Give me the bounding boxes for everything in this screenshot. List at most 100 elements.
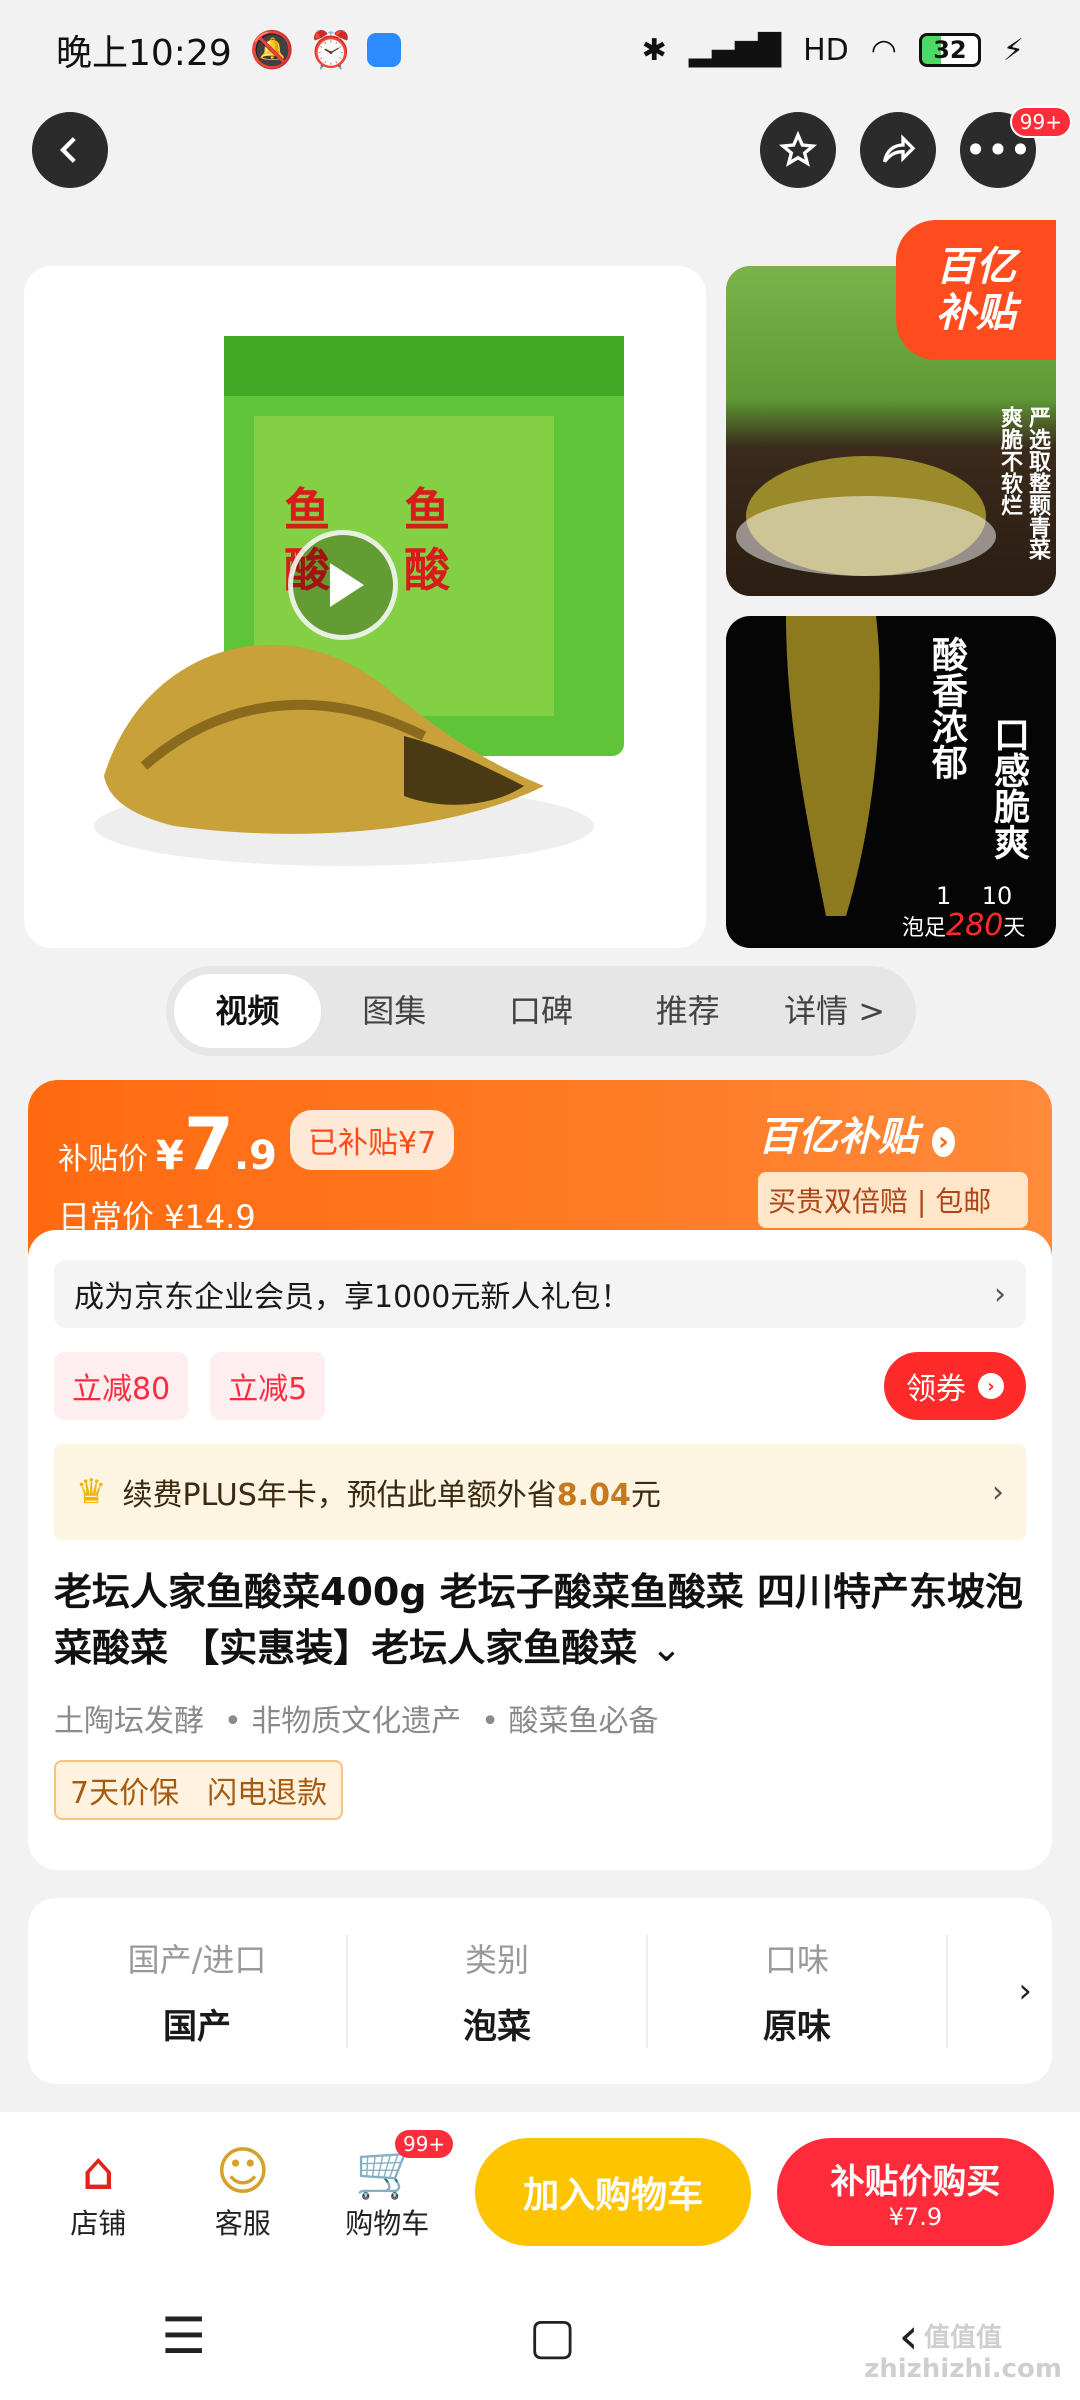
tab-reviews[interactable]: 口碑	[468, 974, 615, 1048]
thumb2-caption-a: 酸香浓郁	[926, 636, 967, 780]
coupon-tag[interactable]: 立减5	[210, 1352, 326, 1420]
attribute-origin: 国产/进口 国产	[48, 1934, 348, 2048]
badge-line-1: 百亿	[936, 244, 1016, 290]
thumb2-days-num: 280	[946, 908, 1004, 943]
attribute-key: 国产/进口	[127, 1940, 267, 1979]
wifi-icon: ◠	[870, 32, 897, 68]
attribute-flavor: 口味 原味	[648, 1934, 948, 2048]
logo-pill: 买贵双倍赔 | 包邮	[758, 1172, 1028, 1228]
attribute-value: 泡菜	[463, 2006, 531, 2047]
share-button[interactable]	[860, 112, 936, 188]
product-title-text: 老坛人家鱼酸菜400g 老坛子酸菜鱼酸菜 四川特产东坡泡菜酸菜 【实惠装】老坛人…	[54, 1570, 1023, 1670]
status-bar: 晚上10:29 🔕 ⏰ ✱ ▂▄▆█ HD ◠ 32 ⚡	[0, 0, 1080, 100]
attribute-key: 口味	[764, 1940, 829, 1979]
chevron-right-icon: ›	[994, 1276, 1006, 1312]
section-tabs: 视频 图集 口碑 推荐 详情 >	[166, 966, 916, 1056]
subsidized-tag: 已补贴¥7	[290, 1110, 455, 1170]
tag-item: • 酸菜鱼必备	[481, 1704, 659, 1739]
tab-details[interactable]: 详情 >	[761, 974, 908, 1048]
tab-video[interactable]: 视频	[174, 974, 321, 1048]
currency-symbol: ¥	[156, 1133, 184, 1179]
customer-service-button[interactable]: ☺ 客服	[170, 2142, 314, 2242]
customer-service-icon: ☺	[215, 2142, 270, 2202]
enterprise-member-banner[interactable]: 成为京东企业会员，享1000元新人礼包！ ›	[54, 1260, 1026, 1328]
back-button[interactable]	[32, 112, 108, 188]
charging-icon: ⚡	[1002, 32, 1024, 68]
status-time: 晚上10:29	[56, 33, 232, 74]
cart-count-badge: 99+	[394, 2130, 454, 2158]
plus-amount: 8.04	[556, 1478, 631, 1513]
tag-item: 土陶坛发酵	[54, 1704, 204, 1739]
product-info: 成为京东企业会员，享1000元新人礼包！ › 立减80 立减5 领券 › ♛ 续…	[28, 1230, 1052, 1820]
price-integer: 7	[183, 1102, 234, 1186]
star-icon	[778, 130, 818, 167]
home-icon[interactable]: ▢	[529, 2307, 576, 2365]
tag-item: • 非物质文化遗产	[224, 1704, 462, 1739]
product-attributes[interactable]: 国产/进口 国产 类别 泡菜 口味 原味 ›	[28, 1898, 1052, 2084]
product-gallery: 鱼 酸 鱼 酸 严选取整颗青菜 爽脆不软烂 百亿 补贴 酸香浓郁 口感脆爽 1 …	[24, 220, 1056, 948]
billion-subsidy-badge: 百亿 补贴	[896, 220, 1056, 360]
battery-icon: 32	[918, 33, 981, 67]
main-video-thumbnail[interactable]: 鱼 酸 鱼 酸	[24, 266, 706, 948]
member-banner-text: 成为京东企业会员，享1000元新人礼包！	[74, 1280, 631, 1315]
top-nav: ••• 99+	[32, 106, 1072, 188]
svg-text:酸: 酸	[404, 545, 451, 596]
share-icon	[883, 134, 916, 163]
more-button[interactable]: ••• 99+	[960, 106, 1072, 188]
plus-membership-banner[interactable]: ♛ 续费PLUS年卡，预估此单额外省8.04元 ›	[54, 1444, 1026, 1540]
favorite-button[interactable]	[760, 112, 836, 188]
price-decimal: .9	[233, 1133, 277, 1179]
add-to-cart-button[interactable]: 加入购物车	[475, 2138, 751, 2246]
cart-button[interactable]: 🛒 99+ 购物车	[315, 2130, 459, 2242]
tab-recommend[interactable]: 推荐	[614, 974, 761, 1048]
coupon-tag[interactable]: 立减80	[54, 1352, 189, 1420]
coupon-row: 立减80 立减5 领券 ›	[54, 1352, 1026, 1420]
chevron-right-icon: ›	[978, 1373, 1004, 1399]
badge-line-2: 补贴	[936, 290, 1016, 336]
status-right: ✱ ▂▄▆█ HD ◠ 32 ⚡	[642, 33, 1024, 68]
app-notification-icon	[367, 33, 402, 67]
chevron-right-icon: ›	[931, 1127, 955, 1157]
attribute-value: 原味	[763, 2006, 831, 2047]
plus-text-pre: 续费PLUS年卡，预估此单额外省	[122, 1478, 557, 1513]
service-label: 客服	[214, 2207, 271, 2240]
fast-refund-badge: 闪电退款	[207, 1776, 328, 1811]
thumb2-numbers: 1 10	[936, 882, 1013, 910]
attribute-category: 类别 泡菜	[348, 1934, 648, 2048]
status-icons: 🔕 ⏰	[250, 29, 402, 71]
bottom-action-bar: ⌂ 店铺 ☺ 客服 🛒 99+ 购物车 加入购物车 补贴价购买 ¥7.9	[0, 2112, 1080, 2272]
play-video-button[interactable]	[288, 530, 398, 640]
store-icon: ⌂	[81, 2142, 115, 2202]
shop-button[interactable]: ⌂ 店铺	[26, 2142, 170, 2242]
gallery-thumbnail-2[interactable]: 酸香浓郁 口感脆爽 1 10 泡足280天	[726, 616, 1056, 948]
attribute-value: 国产	[163, 2006, 231, 2047]
buy-now-button[interactable]: 补贴价购买 ¥7.9	[776, 2138, 1054, 2246]
mute-bell-icon: 🔕	[249, 30, 295, 71]
cart-label: 购物车	[345, 2207, 430, 2240]
chevron-right-icon[interactable]: ›	[1018, 1971, 1032, 2011]
billion-subsidy-logo[interactable]: 百亿补贴 › 买贵双倍赔 | 包邮	[758, 1104, 1028, 1244]
subsidy-price-label: 补贴价	[58, 1142, 148, 1177]
tab-gallery[interactable]: 图集	[321, 974, 468, 1048]
crown-icon: ♛	[76, 1472, 107, 1512]
service-badges[interactable]: 7天价保 闪电退款	[54, 1760, 344, 1820]
get-coupon-label: 领券	[906, 1372, 966, 1407]
chevron-down-icon: ⌄	[650, 1626, 683, 1670]
buy-price: ¥7.9	[888, 2202, 943, 2231]
menu-icon[interactable]: ☰	[161, 2307, 206, 2365]
svg-text:鱼: 鱼	[284, 485, 330, 536]
plus-text-post: 元	[630, 1478, 661, 1513]
product-title[interactable]: 老坛人家鱼酸菜400g 老坛子酸菜鱼酸菜 四川特产东坡泡菜酸菜 【实惠装】老坛人…	[54, 1564, 1026, 1676]
buy-label: 补贴价购买	[830, 2161, 1001, 2202]
plus-banner-text: 续费PLUS年卡，预估此单额外省8.04元	[122, 1470, 660, 1514]
thumb2-caption-b: 口感脆爽	[988, 716, 1029, 860]
thumb2-caption-days: 泡足280天	[902, 908, 1025, 943]
thumb2-days-pre: 泡足	[902, 916, 947, 941]
get-coupon-button[interactable]: 领券 ›	[884, 1352, 1026, 1420]
chevron-right-icon: ›	[992, 1474, 1004, 1510]
product-tags: 土陶坛发酵 • 非物质文化遗产 • 酸菜鱼必备	[54, 1696, 1026, 1740]
logo-text: 百亿补贴	[758, 1114, 918, 1160]
watermark: 值值值 zhizhizhi.com	[864, 2323, 1062, 2384]
hd-label: HD	[803, 32, 849, 68]
signal-icon: ▂▄▆█	[688, 32, 782, 68]
